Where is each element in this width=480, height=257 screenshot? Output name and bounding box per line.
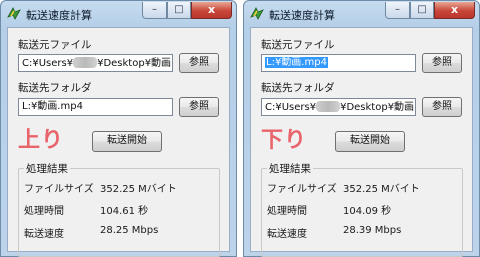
title-bar[interactable]: 転送速度計算 – □ x [1,1,236,26]
dest-browse-button[interactable]: 参照 [422,97,462,117]
results-title: 処理結果 [24,161,70,176]
dest-path-tail: ¥Desktop¥動画.mp4 [340,102,415,113]
source-file-label: 転送元ファイル [261,39,335,51]
direction-caption: 上り [18,128,65,153]
app-arrow-icon [250,7,264,20]
start-transfer-button[interactable]: 転送開始 [335,131,405,152]
source-browse-button[interactable]: 参照 [422,53,462,73]
app-arrow-icon [7,7,21,20]
results-group: 処理結果 ファイルサイズ 352.25 Mバイト 処理時間 104.61 秒 転… [18,161,220,257]
transfer-speed-label: 転送速度 [267,229,307,240]
source-browse-button[interactable]: 参照 [179,53,219,73]
direction-caption: 下り [261,128,308,153]
dest-folder-label: 転送先フォルダ [261,82,335,94]
dest-path-head: L:¥動画.mp4 [22,101,83,112]
redacted-username [316,101,341,112]
minimize-button[interactable]: – [142,2,167,19]
process-time-label: 処理時間 [267,206,307,217]
source-file-input[interactable]: C:¥Users¥ ¥Desktop¥動画.mp [18,54,173,72]
dest-folder-input[interactable]: L:¥動画.mp4 [18,98,173,116]
close-button[interactable]: x [434,2,475,19]
filesize-value: 352.25 Mバイト [343,184,420,195]
download-window: 転送速度計算 – □ x 転送元ファイル L:¥動画.mp4 参照 転送先フォル… [243,0,480,257]
dest-folder-label: 転送先フォルダ [18,82,92,94]
filesize-label: ファイルサイズ [267,184,337,195]
results-group: 処理結果 ファイルサイズ 352.25 Mバイト 処理時間 104.09 秒 転… [261,161,463,257]
maximize-button[interactable]: □ [410,2,434,19]
window-title: 転送速度計算 [26,9,92,22]
process-time-value: 104.61 秒 [100,206,149,217]
dest-folder-input[interactable]: C:¥Users¥ ¥Desktop¥動画.mp4 [261,98,416,116]
redacted-username [73,57,98,68]
dest-path-head: C:¥Users¥ [265,102,317,113]
transfer-speed-value: 28.25 Mbps [100,225,159,236]
close-button[interactable]: x [191,2,232,19]
window-client-area: 転送元ファイル C:¥Users¥ ¥Desktop¥動画.mp 参照 転送先フォ… [7,27,230,257]
source-file-label: 転送元ファイル [18,39,92,51]
window-client-area: 転送元ファイル L:¥動画.mp4 参照 転送先フォルダ C:¥Users¥ ¥D… [250,27,473,257]
maximize-button[interactable]: □ [167,2,191,19]
upload-window: 転送速度計算 – □ x 転送元ファイル C:¥Users¥ ¥Desktop¥動… [0,0,237,257]
source-path-tail: ¥Desktop¥動画.mp [97,58,173,69]
title-bar[interactable]: 転送速度計算 – □ x [244,1,479,26]
process-time-value: 104.09 秒 [343,206,392,217]
source-path-head: C:¥Users¥ [22,58,74,69]
filesize-value: 352.25 Mバイト [100,184,177,195]
filesize-label: ファイルサイズ [24,184,94,195]
transfer-speed-label: 転送速度 [24,229,64,240]
window-title: 転送速度計算 [269,9,335,22]
source-file-input[interactable]: L:¥動画.mp4 [261,54,416,72]
source-path-selected: L:¥動画.mp4 [265,57,328,68]
results-title: 処理結果 [267,161,313,176]
minimize-button[interactable]: – [385,2,410,19]
start-transfer-button[interactable]: 転送開始 [92,131,162,152]
transfer-speed-value: 28.39 Mbps [343,225,402,236]
process-time-label: 処理時間 [24,206,64,217]
dest-browse-button[interactable]: 参照 [179,97,219,117]
